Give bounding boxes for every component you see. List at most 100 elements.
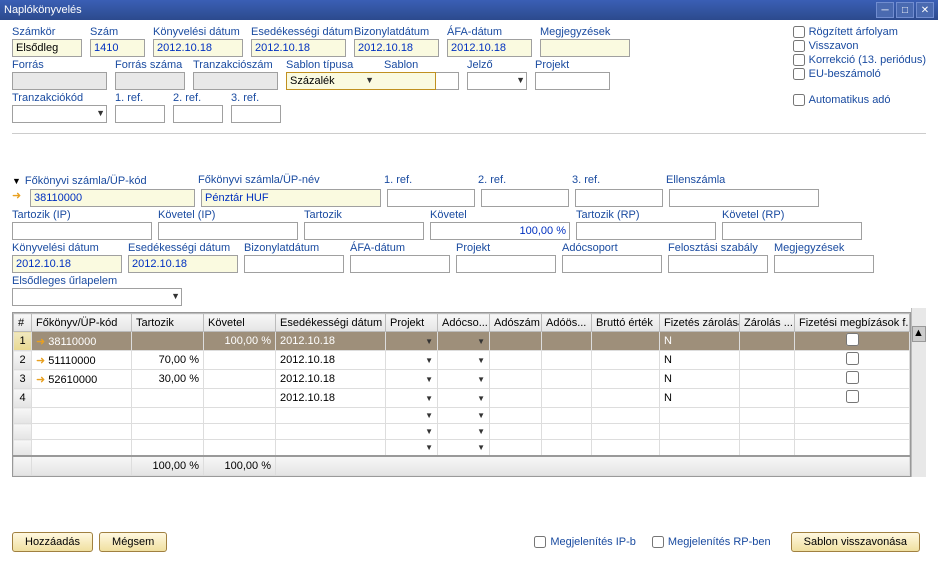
line-projekt-input[interactable] — [456, 255, 556, 273]
konyvelesi-datum-input[interactable] — [153, 39, 243, 57]
label-jelzo: Jelző — [467, 59, 527, 71]
kovetel-rp-input[interactable] — [722, 222, 862, 240]
megsem-button[interactable]: Mégsem — [99, 532, 167, 552]
window-title: Naplókönyvelés — [4, 4, 82, 16]
ref1-input[interactable] — [115, 105, 165, 123]
line-account-name-input[interactable] — [201, 189, 381, 207]
line-ref2-input[interactable] — [481, 189, 569, 207]
label-kovetel-ip: Követel (IP) — [158, 209, 298, 221]
tartozik-ip-input[interactable] — [12, 222, 152, 240]
projekt-input[interactable] — [535, 72, 610, 90]
elsodleges-select[interactable] — [12, 288, 182, 306]
col-adoszam[interactable]: Adószám — [490, 314, 542, 332]
ref2-input[interactable] — [173, 105, 223, 123]
line-ellenszamla-input[interactable] — [669, 189, 819, 207]
afa-datum-input[interactable] — [447, 39, 532, 57]
table-row[interactable]: ▼▼ — [14, 408, 910, 424]
adocsoport-input[interactable] — [562, 255, 662, 273]
label-adocsoport: Adócsoport — [562, 242, 662, 254]
megjelenites-rp-checkbox[interactable] — [652, 536, 664, 548]
label-line-bizonylat-datum: Bizonylatdátum — [244, 242, 344, 254]
hozzaadas-button[interactable]: Hozzáadás — [12, 532, 93, 552]
forras-szama-input[interactable] — [115, 72, 185, 90]
forras-input[interactable] — [12, 72, 107, 90]
col-num[interactable]: # — [14, 314, 32, 332]
megjelenites-ip-checkbox[interactable] — [534, 536, 546, 548]
label-tartozik: Tartozik — [304, 209, 424, 221]
label-line-projekt: Projekt — [456, 242, 556, 254]
label-esedekessegi-datum: Esedékességi dátum — [251, 26, 346, 38]
col-fokonyv[interactable]: Főkönyv/ÜP-kód — [32, 314, 132, 332]
entries-grid[interactable]: # Főkönyv/ÜP-kód Tartozik Követel Esedék… — [12, 312, 911, 477]
kovetel-ip-input[interactable] — [158, 222, 298, 240]
line-konyv-datum-input[interactable] — [12, 255, 122, 273]
collapse-icon[interactable]: ▼ — [12, 176, 21, 186]
label-afa-datum: ÁFA-dátum — [447, 26, 532, 38]
label-ellenszamla: Ellenszámla — [666, 174, 816, 186]
col-fizetes-zar[interactable]: Fizetés zárolása — [660, 314, 740, 332]
esedekessegi-datum-input[interactable] — [251, 39, 346, 57]
label-projekt: Projekt — [535, 59, 610, 71]
rogzitett-checkbox[interactable] — [793, 26, 805, 38]
felosztasi-input[interactable] — [668, 255, 768, 273]
close-button[interactable]: ✕ — [916, 2, 934, 18]
table-row[interactable]: 3➜ 5261000030,00 %2012.10.18▼▼N — [14, 370, 910, 389]
label-line-esedek-datum: Esedékességi dátum — [128, 242, 238, 254]
label-tranzakciokod: Tranzakciókód — [12, 92, 107, 104]
korrekcio-checkbox[interactable] — [793, 54, 805, 66]
kovetel-input[interactable] — [430, 222, 570, 240]
col-zarolas[interactable]: Zárolás ... — [740, 314, 795, 332]
table-row[interactable]: ▼▼ — [14, 424, 910, 440]
line-ref1-input[interactable] — [387, 189, 475, 207]
table-row[interactable]: ▼▼ — [14, 440, 910, 456]
tranzakciokod-select[interactable] — [12, 105, 107, 123]
tartozik-input[interactable] — [304, 222, 424, 240]
col-esedek[interactable]: Esedékességi dátum — [276, 314, 386, 332]
col-kovetel[interactable]: Követel — [204, 314, 276, 332]
eu-checkbox[interactable] — [793, 68, 805, 80]
label-forras: Forrás — [12, 59, 107, 71]
col-projekt[interactable]: Projekt — [386, 314, 438, 332]
bizonylatdatum-input[interactable] — [354, 39, 439, 57]
megjegyzesek-input[interactable] — [540, 39, 630, 57]
line-esedek-datum-input[interactable] — [128, 255, 238, 273]
line-bizonylat-datum-input[interactable] — [244, 255, 344, 273]
col-fizetesi-meg[interactable]: Fizetési megbízások f... — [795, 314, 910, 332]
label-szam: Szám — [90, 26, 145, 38]
korrekcio-label: Korrekció (13. periódus) — [809, 54, 926, 66]
szam-input[interactable] — [90, 39, 145, 57]
col-adocso[interactable]: Adócso... — [438, 314, 490, 332]
col-brutto[interactable]: Bruttó érték — [592, 314, 660, 332]
line-account-input[interactable] — [30, 189, 195, 207]
col-adoos[interactable]: Adóös... — [542, 314, 592, 332]
label-forras-szama: Forrás száma — [115, 59, 185, 71]
sablon-visszavonasa-button[interactable]: Sablon visszavonása — [791, 532, 920, 552]
auto-ado-checkbox[interactable] — [793, 94, 805, 106]
maximize-button[interactable]: □ — [896, 2, 914, 18]
jelzo-select[interactable] — [467, 72, 527, 90]
tranzakcioszam-input[interactable] — [193, 72, 278, 90]
line-ref3-input[interactable] — [575, 189, 663, 207]
table-row[interactable]: 2➜ 5111000070,00 %2012.10.18▼▼N — [14, 351, 910, 370]
minimize-button[interactable]: ─ — [876, 2, 894, 18]
line-afa-datum-input[interactable] — [350, 255, 450, 273]
col-tartozik[interactable]: Tartozik — [132, 314, 204, 332]
rogzitett-label: Rögzített árfolyam — [809, 26, 898, 38]
szamkor-select[interactable] — [12, 39, 82, 57]
grid-scrollbar[interactable]: ▲ — [911, 308, 926, 477]
auto-ado-label: Automatikus adó — [809, 94, 891, 106]
ref3-input[interactable] — [231, 105, 281, 123]
sablon-tipusa-select[interactable] — [286, 72, 436, 90]
label-kovetel: Követel — [430, 209, 570, 221]
row-arrow-icon: ➜ — [12, 190, 21, 202]
label-fokonyvi-nev: Főkönyvi számla/ÜP-név — [198, 174, 378, 186]
table-row[interactable]: 1➜ 38110000100,00 %2012.10.18▼▼N — [14, 332, 910, 351]
table-row[interactable]: 42012.10.18▼▼N — [14, 389, 910, 408]
visszavon-checkbox[interactable] — [793, 40, 805, 52]
label-megjegyzesek: Megjegyzések — [540, 26, 630, 38]
label-line-ref3: 3. ref. — [572, 174, 660, 186]
label-line-megjegyzesek: Megjegyzések — [774, 242, 874, 254]
tartozik-rp-input[interactable] — [576, 222, 716, 240]
line-megjegyzesek-input[interactable] — [774, 255, 874, 273]
label-ref3: 3. ref. — [231, 92, 281, 104]
